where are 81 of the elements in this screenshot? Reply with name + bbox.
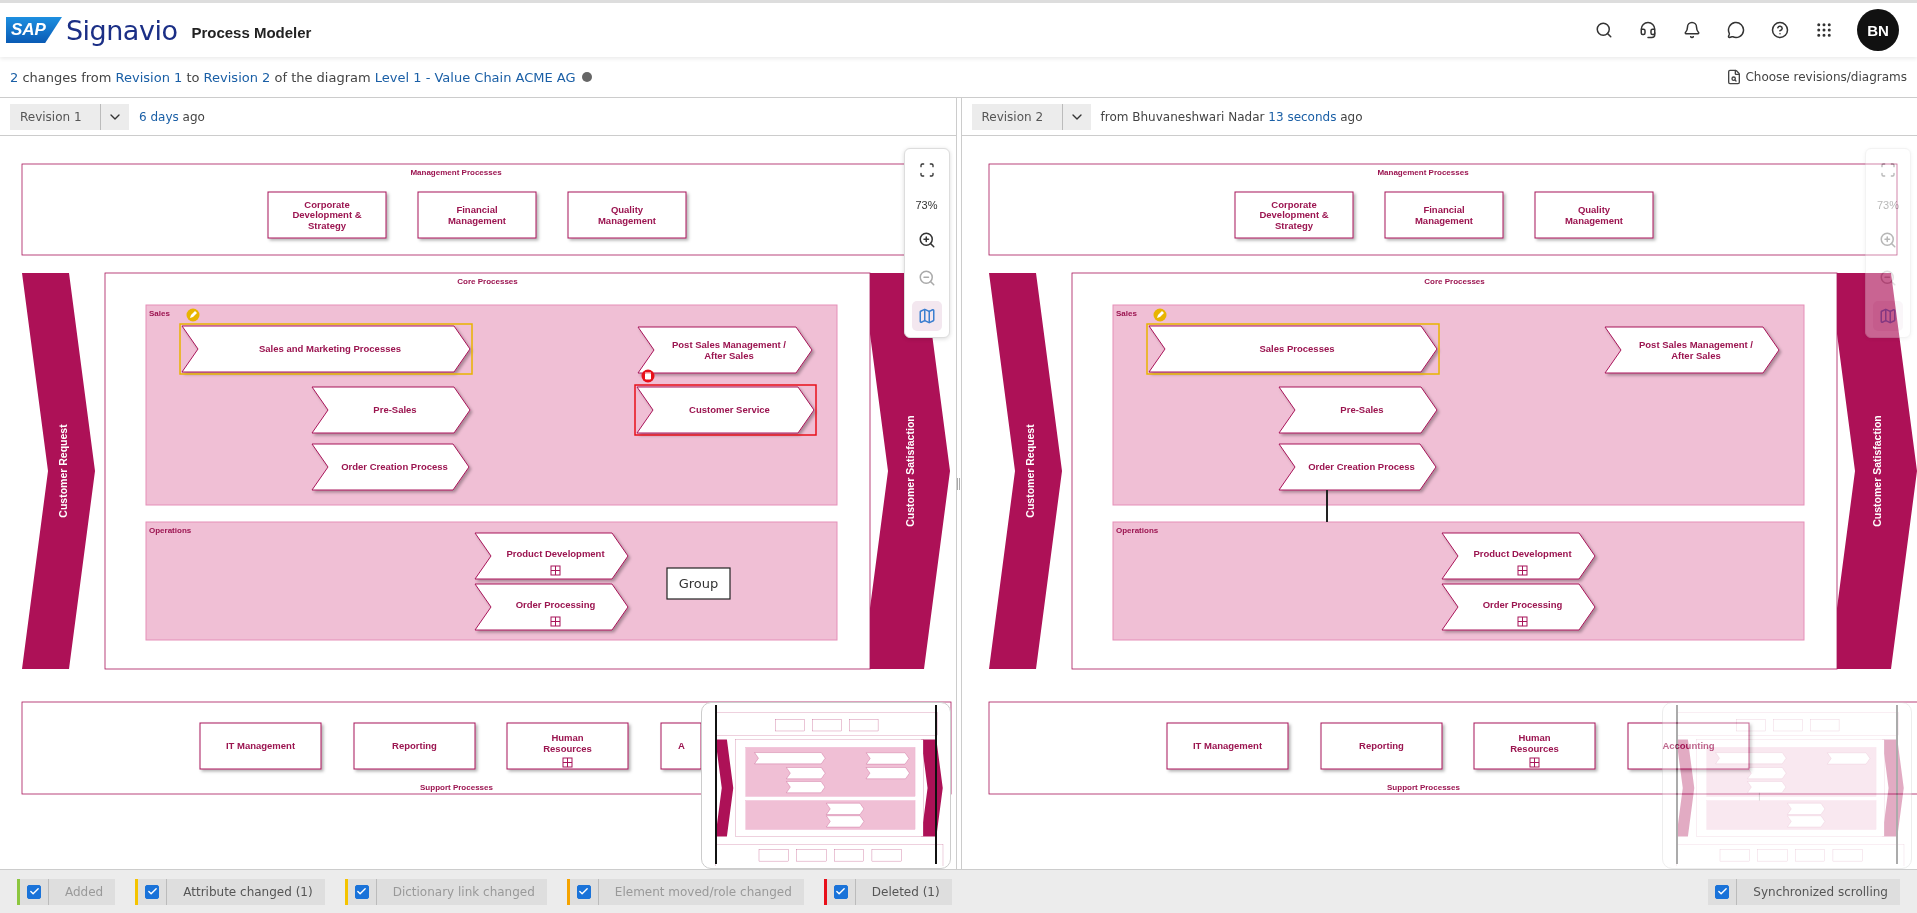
expand-icon[interactable] [550,616,561,627]
brand-name: Signavio [65,14,178,46]
revision-info: 6 days ago [139,109,205,124]
legend-label: Deleted (1) [855,878,952,905]
expand-icon[interactable] [550,565,561,576]
link[interactable]: Revision 2 [203,69,271,85]
process-task[interactable]: Quality Management [1534,191,1653,239]
sync-checkbox[interactable] [1715,884,1730,899]
revision-dropdown[interactable]: Revision 1 [10,103,129,130]
process-chevron[interactable]: Pre-Sales [1278,386,1437,434]
pool-title: Core Processes [1423,277,1485,286]
document-search-icon[interactable] [1726,69,1743,85]
legend-label: Dictionary link changed [376,878,547,905]
pool-title: Management Processes [1376,168,1469,177]
zoom-level: 73% [915,198,938,213]
pool-title: Management Processes [410,168,502,177]
map-icon [1879,307,1897,325]
sync-label: Synchronized scrolling [1737,878,1900,905]
expand-icon[interactable] [1517,565,1527,576]
help-icon[interactable] [1769,19,1791,41]
map-icon [917,307,936,325]
process-task[interactable]: Financial Management [1384,191,1503,239]
app-title: Process Modeler [191,23,312,41]
process-task[interactable]: Corporate Development & Strategy [267,191,387,239]
link[interactable]: Revision 1 [115,69,183,85]
expand-icon[interactable] [1529,757,1539,768]
process-task[interactable]: Corporate Development & Strategy [1234,191,1353,239]
pencil-icon [1153,308,1166,322]
process-chevron[interactable]: Pre-Sales [311,386,471,434]
link[interactable]: Level 1 - Value Chain ACME AG [374,69,576,85]
legend-label: Attribute changed (1) [167,878,325,905]
fit-screen-icon [918,162,935,178]
chat-icon[interactable] [1725,19,1747,41]
revision-info: from Bhuvaneshwari Nadar 13 seconds ago [1100,109,1363,124]
link[interactable]: 6 days [139,109,179,124]
process-task[interactable]: Human Resources [1473,722,1595,770]
lane-title: Operations [1115,526,1158,535]
process-chevron[interactable]: Sales Processes [1148,325,1437,373]
process-task[interactable]: Human Resources [506,722,629,770]
zoom-out-icon [1879,269,1897,287]
value-chain-arrow[interactable]: Customer Request [988,273,1062,669]
trash-icon [641,369,655,383]
process-chevron[interactable]: Customer Service [636,386,815,434]
expand-icon[interactable] [1517,616,1527,627]
minimap-button[interactable] [911,301,942,331]
process-chevron[interactable]: Post Sales Management / After Sales [1604,326,1779,374]
change-summary: 2 changes from Revision 1 to Revision 2 of the diagram Level 1 - Value Chain ACME AG [10,69,576,85]
value-chain-arrow[interactable]: Customer Request [22,273,95,669]
lane-title: Sales [149,309,170,318]
expand-icon[interactable] [562,757,573,768]
zoom-in-icon [1879,231,1897,249]
pool-title: Support Processes [1386,783,1460,792]
choose-revisions-link[interactable]: Choose revisions/diagrams [1745,70,1907,84]
process-task[interactable]: Reporting [353,722,476,770]
process-chevron[interactable]: Post Sales Management / After Sales [637,326,813,374]
legend-label: Added [49,878,116,905]
group-label[interactable]: Group [666,567,731,600]
legend-checkbox[interactable] [833,884,848,899]
process-chevron[interactable]: Sales and Marketing Processes [181,325,471,373]
link[interactable]: 13 seconds [1268,109,1337,124]
process-task[interactable]: A [660,722,702,770]
legend-checkbox[interactable] [145,884,160,899]
process-task[interactable]: IT Management [199,722,322,770]
link[interactable]: 2 [10,69,19,85]
process-task[interactable]: Reporting [1320,722,1442,770]
revision-dropdown[interactable]: Revision 2 [971,103,1091,130]
process-task[interactable]: Quality Management [567,191,687,239]
process-task[interactable]: Financial Management [417,191,537,239]
lane-title: Operations [149,526,192,535]
user-avatar[interactable]: BN [1857,9,1899,51]
resize-handle-icon[interactable] [957,477,960,490]
process-task[interactable]: IT Management [1166,722,1288,770]
pencil-icon [186,308,200,322]
fit-screen-icon [1880,162,1896,178]
sap-logo: SAP [6,17,62,43]
zoom-in-icon [917,231,936,249]
zoom-out-icon [917,269,936,287]
pool-title: Core Processes [457,277,518,286]
pool-title: Support Processes [420,783,493,792]
lane-title: Sales [1115,309,1137,318]
legend-label: Element moved/role changed [598,878,804,905]
